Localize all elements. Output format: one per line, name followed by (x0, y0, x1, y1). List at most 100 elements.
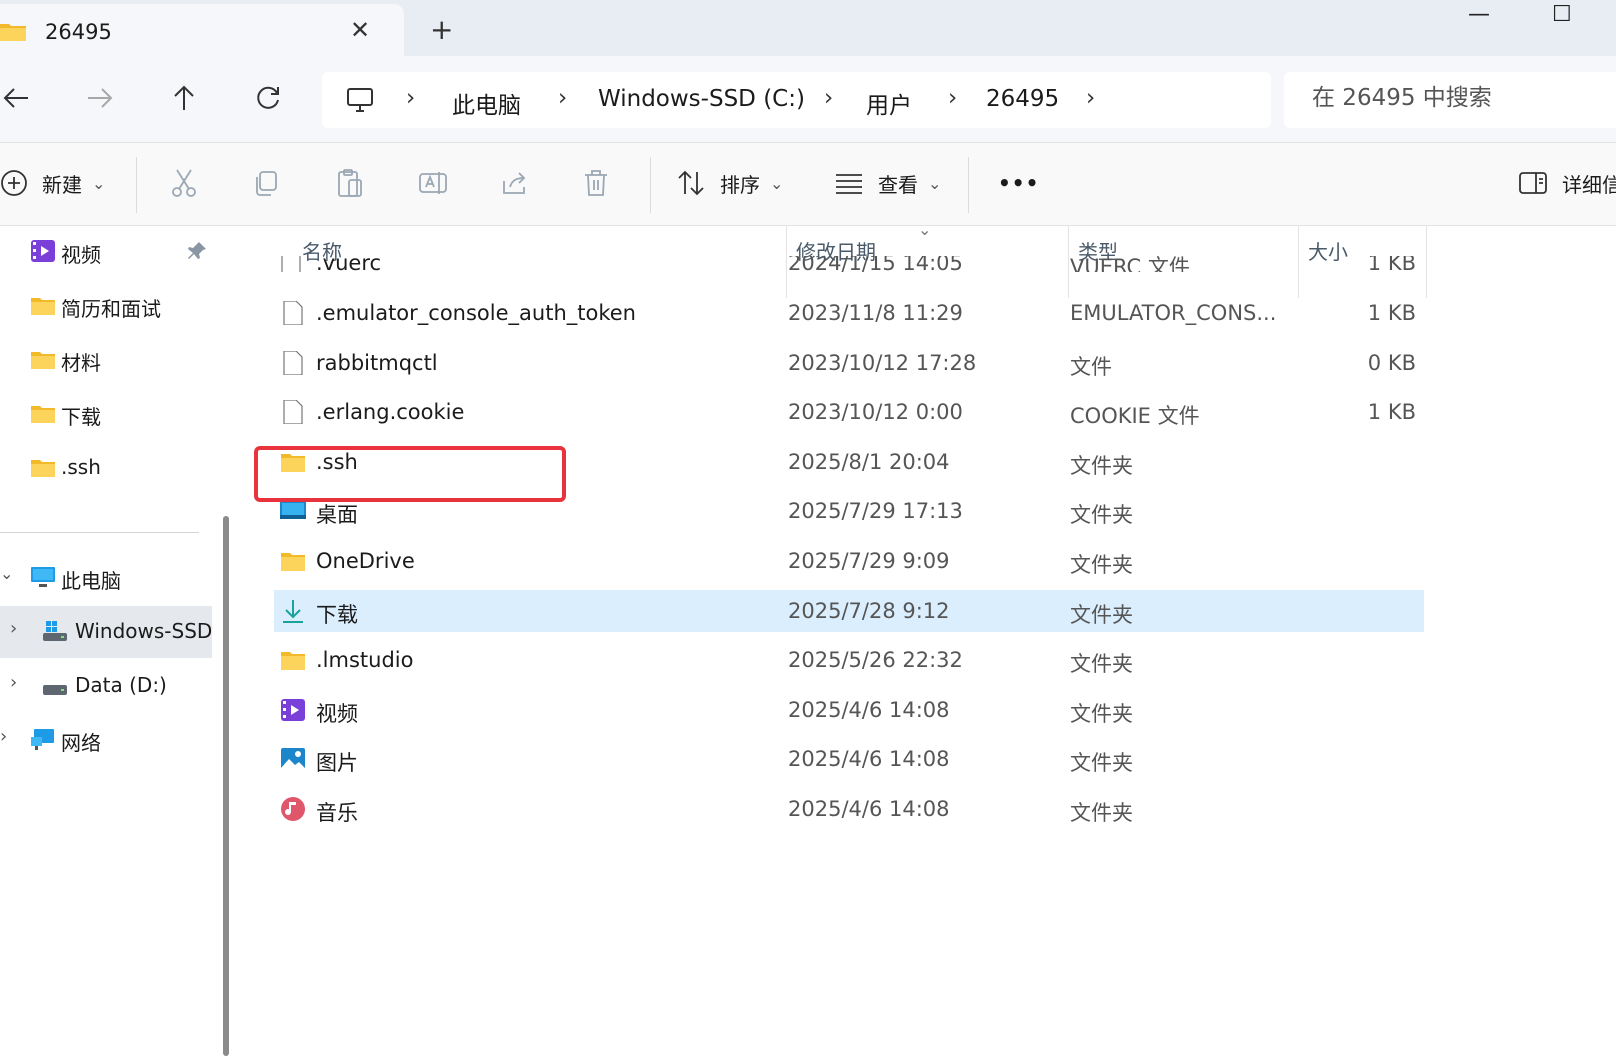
view-button[interactable]: 查看 ⌄ (834, 163, 941, 203)
file-row[interactable]: .lmstudio 2025/5/26 22:32 文件夹 (274, 639, 1424, 681)
sidebar-item-downloads[interactable]: 下载 (0, 388, 212, 440)
file-type: 文件夹 (1070, 453, 1133, 478)
file-row-cutoff[interactable]: .vuerc 2024/1/15 14:05 VUERC 文件 1 KB (274, 256, 1424, 272)
sidebar-scrollbar[interactable] (223, 516, 229, 1056)
file-row[interactable]: 下载 2025/7/28 9:12 文件夹 (274, 589, 1424, 632)
chevron-right-icon[interactable]: › (10, 672, 17, 693)
sidebar-item-this-pc[interactable]: ⌄ 此电脑 (0, 552, 212, 604)
file-row[interactable]: 桌面 2025/7/29 17:13 文件夹 (274, 490, 1424, 532)
chevron-right-icon[interactable]: › (0, 726, 7, 747)
share-icon (503, 172, 526, 194)
file-row[interactable]: 图片 2025/4/6 14:08 文件夹 (274, 738, 1424, 780)
delete-button[interactable] (582, 163, 610, 203)
tab-title: 26495 (45, 20, 112, 44)
refresh-icon (257, 86, 279, 109)
file-name: 音乐 (316, 801, 358, 825)
file-row[interactable]: 视频 2025/4/6 14:08 文件夹 (274, 689, 1424, 731)
view-list-icon (836, 174, 862, 194)
close-tab-button[interactable]: ✕ (350, 16, 370, 44)
navigation-bar: › 此电脑 › Windows-SSD (C:) › 用户 › 26495 › (0, 56, 1616, 143)
file-date: 2025/7/29 17:13 (788, 499, 963, 524)
file-row[interactable]: OneDrive 2025/7/29 9:09 文件夹 (274, 540, 1424, 582)
file-list: 名称 ⌄ 修改日期 类型 大小 .vuerc 2024/1/15 14:05 V… (242, 226, 1616, 856)
back-button[interactable] (0, 78, 36, 118)
cut-button[interactable] (170, 163, 198, 203)
scissors-icon (172, 169, 196, 197)
column-separator[interactable] (1426, 226, 1427, 298)
file-type: EMULATOR_CONS... (1070, 301, 1277, 325)
forward-button[interactable] (80, 78, 120, 118)
file-date: 2025/4/6 14:08 (788, 697, 950, 722)
file-type: 文件夹 (1070, 503, 1133, 528)
file-name: .ssh (316, 449, 358, 474)
sidebar-item-resume[interactable]: 简历和面试 (0, 280, 212, 332)
sort-label: 排序 (720, 172, 760, 197)
minimize-button[interactable]: — (1468, 2, 1490, 27)
maximize-button[interactable]: ☐ (1552, 2, 1572, 27)
divider (968, 157, 969, 213)
search-input[interactable] (1310, 84, 1614, 112)
navigation-pane: 视频 简历和面试 材料 下载 .ssh ⌄ 此电脑 › Windows-SSD … (0, 226, 232, 1056)
breadcrumb-users[interactable]: 用户 (866, 86, 912, 120)
music-icon (280, 797, 306, 821)
breadcrumb-drive-c[interactable]: Windows-SSD (C:) (598, 86, 805, 112)
file-type: 文件夹 (1070, 801, 1133, 825)
divider (0, 532, 199, 533)
file-row[interactable]: rabbitmqctl 2023/10/12 17:28 文件 0 KB (274, 342, 1424, 384)
file-date: 2025/4/6 14:08 (788, 747, 950, 772)
breadcrumb-this-pc[interactable]: 此电脑 (452, 86, 521, 120)
sidebar-item-drive-c[interactable]: › Windows-SSD (C:) (0, 606, 212, 658)
sidebar-item-videos[interactable]: 视频 (0, 226, 212, 278)
breadcrumb-chevron[interactable]: › (1086, 85, 1095, 111)
details-pane-icon (1519, 172, 1547, 194)
new-tab-button[interactable]: + (430, 13, 453, 46)
sidebar-item-materials[interactable]: 材料 (0, 334, 212, 386)
file-row[interactable]: .erlang.cookie 2023/10/12 0:00 COOKIE 文件 1 … (274, 391, 1424, 433)
rename-button[interactable] (418, 163, 448, 203)
file-row[interactable]: .emulator_console_auth_token 2023/11/8 11… (274, 292, 1424, 334)
more-options-button[interactable]: ••• (998, 163, 1039, 203)
chevron-right-icon[interactable]: › (10, 618, 17, 639)
file-date: 2025/5/26 22:32 (788, 648, 963, 673)
file-type: 文件夹 (1070, 602, 1133, 627)
file-row[interactable]: .ssh 2025/8/1 20:04 文件夹 (274, 441, 1424, 483)
details-pane-button[interactable]: 详细信 (1518, 163, 1616, 203)
file-name: OneDrive (316, 549, 415, 573)
file-type: 文件夹 (1070, 751, 1133, 776)
breadcrumb-chevron[interactable]: › (948, 85, 957, 111)
breadcrumb-chevron[interactable]: › (824, 85, 833, 111)
sort-button[interactable]: 排序 ⌄ (676, 163, 783, 203)
sidebar-item-network[interactable]: › 网络 (0, 714, 212, 766)
up-button[interactable] (164, 78, 204, 118)
share-button[interactable] (500, 163, 528, 203)
sidebar-item-label: Data (D:) (75, 673, 167, 697)
sidebar-item-ssh[interactable]: .ssh (0, 442, 212, 494)
command-bar: 新建 ⌄ 排序 ⌄ 查看 ⌄ ••• 详细信 (0, 143, 1616, 226)
video-icon (280, 698, 306, 722)
arrow-up-icon (174, 85, 194, 110)
paste-button[interactable] (336, 163, 364, 203)
pin-icon[interactable] (186, 240, 208, 262)
breadcrumb-chevron[interactable]: › (558, 85, 567, 111)
breadcrumb-chevron[interactable]: › (406, 85, 415, 111)
file-row[interactable]: 音乐 2025/4/6 14:08 文件夹 (274, 788, 1424, 830)
divider (650, 157, 651, 213)
search-box[interactable] (1284, 72, 1616, 128)
sidebar-item-label: 网络 (61, 731, 101, 755)
download-icon (280, 599, 306, 623)
file-name: 图片 (316, 751, 358, 776)
sidebar-item-drive-d[interactable]: › Data (D:) (0, 660, 212, 712)
active-tab[interactable]: 26495 ✕ (0, 4, 404, 56)
sidebar-item-label: 下载 (61, 405, 101, 429)
copy-button[interactable] (252, 163, 280, 203)
folder-icon (31, 460, 55, 477)
refresh-button[interactable] (248, 78, 288, 118)
new-button[interactable]: 新建 ⌄ (0, 163, 105, 203)
trash-icon (585, 170, 607, 196)
address-bar[interactable]: › 此电脑 › Windows-SSD (C:) › 用户 › 26495 › (322, 72, 1271, 128)
title-bar: 26495 ✕ + — ☐ (0, 0, 1616, 56)
chevron-down-icon[interactable]: ⌄ (0, 564, 13, 583)
sort-chevron-icon: ⌄ (918, 226, 932, 239)
file-date: 2023/10/12 0:00 (788, 400, 963, 425)
breadcrumb-26495[interactable]: 26495 (986, 86, 1059, 112)
